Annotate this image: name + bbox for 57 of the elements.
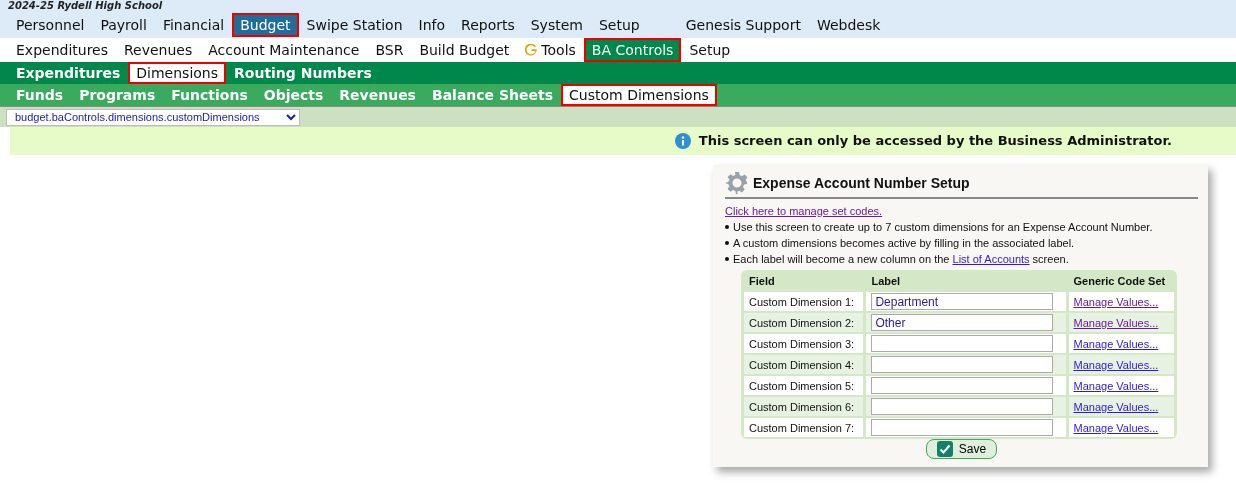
menu-tab[interactable]: BSR [367, 38, 412, 62]
menu-tab[interactable]: Expenditures [8, 62, 129, 84]
info-icon [674, 133, 691, 149]
field-cell: Custom Dimension 1: [744, 292, 864, 311]
column-header: Label [870, 274, 902, 289]
field-cell: Custom Dimension 5: [744, 376, 864, 395]
label-input[interactable] [871, 377, 1054, 394]
bullet-icon [725, 257, 729, 261]
label-input[interactable]: Department [871, 293, 1054, 310]
menu-tab[interactable]: Info [410, 13, 454, 37]
menu-tab[interactable]: Tools [517, 38, 584, 62]
school-title: 2024-25 Rydell High School [0, 0, 1236, 12]
field-cell: Custom Dimension 2: [744, 313, 864, 332]
menu-tab[interactable]: Personnel [8, 13, 93, 37]
menu-tab[interactable]: Build Budget [411, 38, 518, 62]
menu-tab[interactable]: Budget [232, 13, 299, 37]
menu-link[interactable]: Webdesk [808, 13, 889, 37]
instruction-text: A custom dimensions becomes active by filling in the associated label. [733, 236, 1075, 251]
menu-tab[interactable]: Setup [681, 38, 739, 62]
label-input[interactable] [871, 419, 1054, 436]
panel-title: Expense Account Number Setup [753, 174, 970, 193]
menu-tab[interactable]: Reports [453, 13, 523, 37]
label-input[interactable] [871, 398, 1054, 415]
label-input[interactable]: Other [871, 314, 1054, 331]
check-icon [936, 441, 953, 457]
menu-tab[interactable]: Setup [590, 13, 648, 37]
bullet-icon [725, 225, 729, 229]
menu-tab[interactable]: System [522, 13, 591, 37]
tools-icon [525, 44, 538, 56]
menu-tab[interactable]: Expenditures [8, 38, 116, 62]
field-cell: Custom Dimension 6: [744, 397, 864, 416]
column-header: Field [748, 274, 776, 289]
instruction-text: Each label will become a new column on the List of Accounts screen. [733, 252, 1069, 267]
menu-tab[interactable]: Custom Dimensions [561, 84, 717, 106]
menu-tab[interactable]: BA Controls [583, 38, 682, 62]
save-button[interactable]: Save [925, 439, 998, 459]
menu-tab[interactable]: Routing Numbers [226, 62, 380, 84]
menu-tab[interactable]: Account Maintenance [200, 38, 368, 62]
menu-tab[interactable]: Dimensions [128, 62, 226, 84]
label-input[interactable] [871, 335, 1054, 352]
screen-select[interactable]: budget.baControls.dimensions.customDimensions [6, 108, 300, 126]
notice-text: This screen can only be accessed by the Business Administrator. [698, 132, 1172, 151]
column-header: Generic Code Set [1072, 274, 1167, 289]
field-cell: Custom Dimension 7: [744, 418, 864, 437]
menu-tab[interactable]: Swipe Station [298, 13, 411, 37]
menu-tab[interactable]: Financial [154, 13, 233, 37]
set-codes-link[interactable]: Click here to manage set codes. [725, 205, 883, 217]
accounts-link[interactable]: List of Accounts [952, 253, 1030, 265]
menu-tab[interactable]: Revenues [116, 38, 201, 62]
menu-tab[interactable]: Payroll [92, 13, 155, 37]
field-cell: Custom Dimension 4: [744, 355, 864, 374]
menu-link[interactable]: Genesis Support [677, 13, 809, 37]
bullet-icon [725, 241, 729, 245]
field-cell: Custom Dimension 3: [744, 334, 864, 353]
instruction-text: Use this screen to create up to 7 custom dimensions for an Expense Account Number. [733, 220, 1153, 235]
label-input[interactable] [871, 356, 1054, 373]
gear-icon [725, 171, 749, 195]
